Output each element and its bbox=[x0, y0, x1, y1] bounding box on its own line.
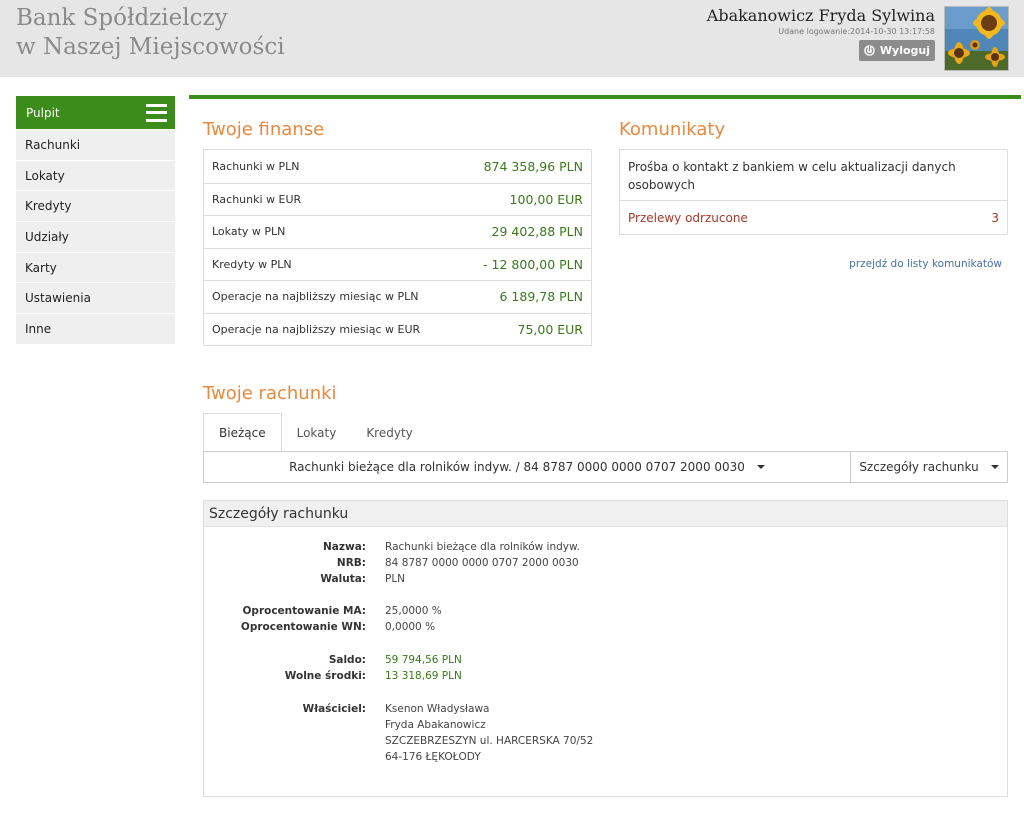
caret-down-icon bbox=[756, 465, 765, 469]
detail-value: 59 794,56 PLN bbox=[385, 654, 462, 666]
account-select[interactable]: Rachunki bieżące dla rolników indyw. / 8… bbox=[203, 451, 851, 483]
finance-value: 100,00 EUR bbox=[509, 191, 583, 207]
detail-label: Nazwa: bbox=[323, 541, 366, 553]
user-name: Abakanowicz Fryda Sylwina bbox=[706, 6, 935, 25]
sunflower-photo bbox=[945, 7, 1008, 70]
rejected-transfers-label: Przelewy odrzucone bbox=[628, 210, 748, 225]
finance-row[interactable]: Lokaty w PLN 29 402,88 PLN bbox=[204, 215, 591, 248]
finance-label: Operacje na najbliższy miesiąc w EUR bbox=[212, 322, 421, 336]
owner-line: 64-176 ŁĘKOŁODY bbox=[385, 751, 481, 763]
account-details-dropdown[interactable]: Szczegóły rachunku bbox=[850, 451, 1008, 483]
messages-title: Komunikaty bbox=[619, 119, 726, 140]
detail-row: Waluta: PLN bbox=[204, 573, 1007, 589]
finance-value: 6 189,78 PLN bbox=[499, 289, 584, 305]
sidebar-item-kredyty[interactable]: Kredyty bbox=[16, 191, 175, 222]
message-contact-request[interactable]: Prośba o kontakt z bankiem w celu aktual… bbox=[620, 150, 1007, 201]
bank-name-line1: Bank Spółdzielczy bbox=[16, 5, 228, 31]
account-select-value: Rachunki bieżące dla rolników indyw. / 8… bbox=[289, 460, 745, 474]
detail-value: 25,0000 % bbox=[385, 605, 442, 617]
detail-value: 13 318,69 PLN bbox=[385, 670, 462, 682]
finance-row[interactable]: Operacje na najbliższy miesiąc w PLN 6 1… bbox=[204, 280, 591, 313]
logout-label: Wyloguj bbox=[879, 44, 930, 57]
tab-kredyty[interactable]: Kredyty bbox=[351, 413, 427, 452]
detail-label: Wolne środki: bbox=[284, 670, 366, 682]
detail-row: Fryda Abakanowicz bbox=[204, 719, 1007, 735]
sidebar-item-rachunki[interactable]: Rachunki bbox=[16, 130, 175, 160]
owner-line: SZCZEBRZESZYN ul. HARCERSKA 70/52 bbox=[385, 735, 594, 747]
caret-down-icon bbox=[990, 465, 999, 469]
sidebar: Pulpit Rachunki Lokaty Kredyty Udziały K… bbox=[16, 96, 175, 344]
rejected-transfers-count: 3 bbox=[991, 210, 999, 225]
detail-row: Właściciel: Ksenon Władysława bbox=[204, 703, 1007, 719]
detail-row: NRB: 84 8787 0000 0000 0707 2000 0030 bbox=[204, 557, 1007, 573]
sidebar-item-udzialy[interactable]: Udziały bbox=[16, 222, 175, 252]
header: Bank Spółdzielczy w Naszej Miejscowości … bbox=[0, 0, 1024, 77]
finance-label: Operacje na najbliższy miesiąc w PLN bbox=[212, 290, 419, 304]
message-rejected-transfers[interactable]: Przelewy odrzucone 3 bbox=[620, 201, 1007, 234]
detail-value: Rachunki bieżące dla rolników indyw. bbox=[385, 541, 580, 553]
detail-value: PLN bbox=[385, 573, 406, 585]
finance-value: 75,00 EUR bbox=[517, 321, 584, 337]
detail-label: NRB: bbox=[336, 557, 366, 569]
tab-lokaty[interactable]: Lokaty bbox=[282, 413, 352, 452]
finance-row[interactable]: Operacje na najbliższy miesiąc w EUR 75,… bbox=[204, 312, 591, 346]
bank-name-line2: w Naszej Miejscowości bbox=[16, 34, 285, 60]
detail-row: Oprocentowanie WN: 0,0000 % bbox=[204, 621, 1007, 637]
detail-row: Oprocentowanie MA: 25,0000 % bbox=[204, 605, 1007, 621]
messages-table: Prośba o kontakt z bankiem w celu aktual… bbox=[619, 149, 1008, 235]
finance-label: Lokaty w PLN bbox=[212, 225, 286, 239]
avatar bbox=[944, 6, 1009, 71]
tab-biezace[interactable]: Bieżące bbox=[203, 413, 282, 452]
sidebar-item-label: Pulpit bbox=[26, 105, 60, 120]
finance-label: Kredyty w PLN bbox=[212, 257, 292, 271]
finance-value: 874 358,96 PLN bbox=[483, 158, 583, 174]
detail-row: SZCZEBRZESZYN ul. HARCERSKA 70/52 bbox=[204, 735, 1007, 751]
power-icon bbox=[864, 45, 875, 56]
accounts-title: Twoje rachunki bbox=[203, 383, 337, 404]
hamburger-icon[interactable] bbox=[146, 103, 167, 122]
finance-value: 29 402,88 PLN bbox=[491, 224, 583, 240]
detail-row: Saldo: 59 794,56 PLN bbox=[204, 654, 1007, 670]
panel-title: Szczegóły rachunku bbox=[204, 501, 1007, 527]
finance-value: - 12 800,00 PLN bbox=[483, 256, 583, 272]
bank-name: Bank Spółdzielczy w Naszej Miejscowości bbox=[16, 4, 285, 62]
finance-label: Rachunki w EUR bbox=[212, 192, 302, 206]
main-accent-bar bbox=[189, 95, 1021, 99]
detail-row: Nazwa: Rachunki bieżące dla rolników ind… bbox=[204, 541, 1007, 557]
detail-value: 84 8787 0000 0000 0707 2000 0030 bbox=[385, 557, 579, 569]
finances-title: Twoje finanse bbox=[203, 119, 325, 140]
messages-list-link[interactable]: przejdź do listy komunikatów bbox=[840, 258, 1002, 270]
owner-line: Ksenon Władysława bbox=[385, 703, 490, 715]
detail-label: Saldo: bbox=[328, 654, 366, 666]
last-login: Udane logowanie:2014-10-30 13:17:58 bbox=[778, 27, 935, 36]
finance-row[interactable]: Rachunki w PLN 874 358,96 PLN bbox=[204, 150, 591, 183]
sidebar-item-ustawienia[interactable]: Ustawienia bbox=[16, 283, 175, 314]
owner-line: Fryda Abakanowicz bbox=[385, 719, 486, 731]
detail-label: Właściciel: bbox=[302, 703, 366, 715]
detail-label: Oprocentowanie WN: bbox=[240, 621, 366, 633]
account-details-label: Szczegóły rachunku bbox=[859, 460, 979, 474]
detail-label: Oprocentowanie MA: bbox=[242, 605, 367, 617]
account-tabs: Bieżące Lokaty Kredyty bbox=[203, 413, 428, 452]
account-details-panel: Szczegóły rachunku Nazwa: Rachunki bieżą… bbox=[203, 500, 1008, 797]
sidebar-item-inne[interactable]: Inne bbox=[16, 314, 175, 344]
finance-label: Rachunki w PLN bbox=[212, 159, 300, 173]
detail-row: 64-176 ŁĘKOŁODY bbox=[204, 751, 1007, 767]
sidebar-item-pulpit[interactable]: Pulpit bbox=[16, 96, 175, 129]
logout-button[interactable]: Wyloguj bbox=[858, 40, 935, 61]
sidebar-item-karty[interactable]: Karty bbox=[16, 252, 175, 283]
finances-table: Rachunki w PLN 874 358,96 PLN Rachunki w… bbox=[203, 149, 592, 346]
detail-row: Wolne środki: 13 318,69 PLN bbox=[204, 670, 1007, 686]
detail-value: 0,0000 % bbox=[385, 621, 436, 633]
finance-row[interactable]: Kredyty w PLN - 12 800,00 PLN bbox=[204, 247, 591, 281]
finance-row[interactable]: Rachunki w EUR 100,00 EUR bbox=[204, 182, 591, 216]
detail-label: Waluta: bbox=[320, 573, 366, 585]
sidebar-item-lokaty[interactable]: Lokaty bbox=[16, 160, 175, 191]
